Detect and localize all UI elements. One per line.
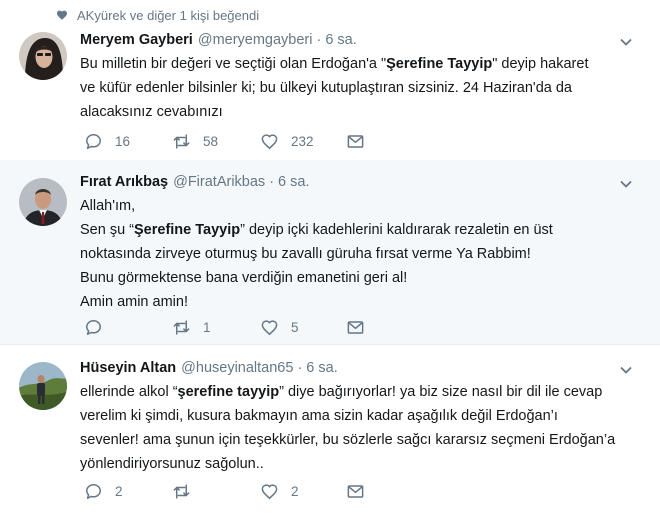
liked-notice: AKyürek ve diğer 1 kişi beğendi bbox=[56, 6, 259, 24]
reply-button[interactable]: 16 bbox=[84, 132, 130, 151]
tweet-text-line: Bu milletin bir değeri ve seçtiği olan E… bbox=[80, 56, 589, 72]
direct-message-button[interactable] bbox=[346, 482, 365, 501]
avatar-photo-icon bbox=[19, 362, 67, 410]
author-name[interactable]: Fırat Arıkbaş bbox=[80, 174, 168, 190]
reply-icon bbox=[86, 134, 101, 149]
tweet-feed: AKyürek ve diğer 1 kişi beğendi Meryem G… bbox=[0, 0, 660, 520]
tweet-timestamp[interactable]: 6 sa. bbox=[306, 360, 337, 376]
tweet-header: Fırat Arıkbaş @FiratArikbas · 6 sa. bbox=[80, 174, 309, 194]
tweet-text-line: Allah'ım, bbox=[80, 198, 136, 214]
tweet-text: Allah'ım, Sen şu “Şerefine Tayyip” deyip… bbox=[80, 194, 640, 314]
tweet-text-line: Sen şu “Şerefine Tayyip” deyip içki kade… bbox=[80, 222, 553, 238]
avatar-photo-icon bbox=[19, 32, 67, 80]
chevron-down-icon[interactable] bbox=[618, 34, 634, 50]
reply-count: 16 bbox=[115, 134, 131, 149]
tweet-text-line: yönlendiriyorsunuz sağolun.. bbox=[80, 456, 264, 472]
tweet-header: Hüseyin Altan @huseyinaltan65 · 6 sa. bbox=[80, 360, 338, 380]
tweet-actions: 2 2 bbox=[80, 482, 640, 502]
tweet-text-line: verelim ki şimdi, kusura bakmayın ama si… bbox=[80, 408, 558, 424]
like-count: 5 bbox=[291, 320, 299, 335]
highlighted-phrase: Şerefine Tayyip bbox=[386, 56, 493, 72]
heart-outline-icon bbox=[261, 134, 278, 150]
reply-button[interactable]: 2 bbox=[84, 482, 123, 501]
retweet-count: 58 bbox=[203, 134, 219, 149]
avatar-photo-icon bbox=[19, 178, 67, 226]
envelope-icon bbox=[347, 485, 364, 498]
envelope-icon bbox=[347, 321, 364, 334]
like-button[interactable]: 5 bbox=[260, 318, 299, 337]
like-count: 2 bbox=[291, 484, 299, 499]
retweet-button[interactable]: 1 bbox=[172, 318, 211, 337]
like-button[interactable]: 2 bbox=[260, 482, 299, 501]
reply-icon bbox=[86, 320, 101, 335]
chevron-down-icon[interactable] bbox=[618, 362, 634, 378]
retweet-icon bbox=[173, 484, 190, 499]
tweet[interactable]: Meryem Gayberi @meryemgayberi · 6 sa. Bu… bbox=[0, 24, 660, 161]
tweet-text-line: Amin amin amin! bbox=[80, 294, 188, 310]
retweet-button[interactable]: 58 bbox=[172, 132, 218, 151]
tweet-text-line: noktasında zirveye oturmuş bu zavallı gü… bbox=[80, 246, 531, 262]
retweet-icon bbox=[173, 134, 190, 149]
separator-dot: · bbox=[316, 32, 322, 48]
direct-message-button[interactable] bbox=[346, 318, 365, 337]
highlighted-phrase: şerefine tayyip bbox=[177, 384, 280, 400]
reply-icon bbox=[86, 484, 101, 499]
retweet-icon bbox=[173, 320, 190, 335]
author-handle[interactable]: @huseyinaltan65 bbox=[181, 360, 293, 376]
tweet-text: Bu milletin bir değeri ve seçtiği olan E… bbox=[80, 52, 640, 124]
retweet-count: 1 bbox=[203, 320, 211, 335]
avatar[interactable] bbox=[19, 178, 67, 226]
tweet-timestamp[interactable]: 6 sa. bbox=[278, 174, 309, 190]
separator-dot: · bbox=[269, 174, 275, 190]
liked-notice-text: AKyürek ve diğer 1 kişi beğendi bbox=[77, 7, 260, 23]
chevron-down-icon[interactable] bbox=[618, 176, 634, 192]
tweet-text-line: Bunu görmektense bana verdiğin emanetini… bbox=[80, 270, 408, 286]
author-name[interactable]: Hüseyin Altan bbox=[80, 360, 176, 376]
avatar[interactable] bbox=[19, 32, 67, 80]
like-button[interactable]: 232 bbox=[260, 132, 314, 151]
author-handle[interactable]: @FiratArikbas bbox=[173, 174, 265, 190]
heart-outline-icon bbox=[261, 484, 278, 500]
heart-icon bbox=[57, 10, 67, 20]
tweet-actions: 1 5 bbox=[80, 318, 640, 338]
author-name[interactable]: Meryem Gayberi bbox=[80, 32, 193, 48]
direct-message-button[interactable] bbox=[346, 132, 365, 151]
tweet-text-line: alacaksınız cevabınızı bbox=[80, 104, 223, 120]
tweet-text-line: ve küfür edenler bilsinler ki; bu ülkeyi… bbox=[80, 80, 572, 96]
avatar[interactable] bbox=[19, 362, 67, 410]
separator-dot: · bbox=[297, 360, 303, 376]
reply-count: 2 bbox=[115, 484, 123, 499]
tweet[interactable]: Fırat Arıkbaş @FiratArikbas · 6 sa. Alla… bbox=[0, 160, 660, 345]
tweet-text: ellerinde alkol “şerefine tayyip” diye b… bbox=[80, 380, 640, 476]
retweet-button[interactable] bbox=[172, 482, 203, 501]
tweet[interactable]: Hüseyin Altan @huseyinaltan65 · 6 sa. el… bbox=[0, 344, 660, 520]
reply-button[interactable] bbox=[84, 318, 115, 337]
tweet-header: Meryem Gayberi @meryemgayberi · 6 sa. bbox=[80, 32, 357, 52]
envelope-icon bbox=[347, 135, 364, 148]
highlighted-phrase: Şerefine Tayyip bbox=[134, 222, 241, 238]
heart-outline-icon bbox=[261, 320, 278, 336]
tweet-text-line: sevenler! ama şunun için teşekkürler, bu… bbox=[80, 432, 616, 448]
tweet-actions: 16 58 232 bbox=[80, 132, 640, 152]
tweet-text-line: ellerinde alkol “şerefine tayyip” diye b… bbox=[80, 384, 603, 400]
author-handle[interactable]: @meryemgayberi bbox=[198, 32, 313, 48]
tweet-timestamp[interactable]: 6 sa. bbox=[325, 32, 356, 48]
like-count: 232 bbox=[291, 134, 314, 149]
